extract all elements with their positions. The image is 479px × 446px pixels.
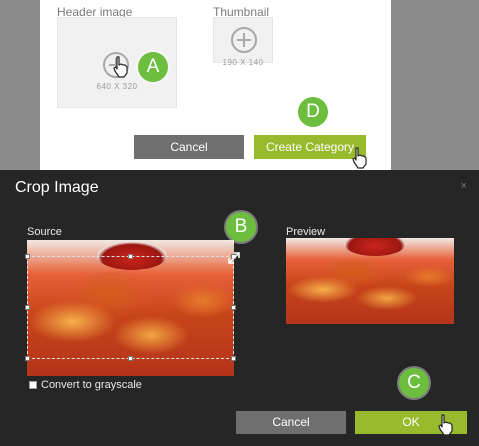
header-image-dimensions: 640 X 320 [96,82,138,91]
callout-b: B [226,212,256,242]
hand-cursor-icon [438,414,453,436]
crop-handle[interactable] [25,356,30,361]
crop-handle[interactable] [25,254,30,259]
crop-handle[interactable] [231,305,236,310]
create-category-dialog: Header image Thumbnail 640 X 320 190 X 1… [40,0,391,171]
preview-label: Preview [286,226,326,238]
hand-cursor-icon [352,147,367,169]
plus-circle-icon[interactable] [231,27,257,53]
crop-selection[interactable] [27,256,234,359]
crop-handle[interactable] [128,254,133,259]
hand-cursor-icon [113,56,128,78]
modal-title: Crop Image [15,179,99,196]
modal-cancel-button[interactable]: Cancel [236,411,346,434]
crop-handle[interactable] [25,305,30,310]
callout-d: D [298,97,328,127]
cancel-button[interactable]: Cancel [134,135,244,159]
callout-a: A [138,52,168,82]
crop-handle[interactable] [231,356,236,361]
thumbnail-upload[interactable]: 190 X 140 [213,17,273,67]
thumbnail-dimensions: 190 X 140 [222,58,264,67]
source-label: Source [27,226,62,238]
resize-arrow-icon [228,252,240,264]
crop-handle[interactable] [128,356,133,361]
crop-image-modal: Crop Image × Source Preview B Convert to… [0,170,479,446]
grayscale-label: Convert to grayscale [41,379,142,391]
callout-c: C [399,368,429,398]
grayscale-checkbox[interactable] [29,381,37,389]
create-category-button[interactable]: Create Category [254,135,366,159]
preview-image [286,238,454,324]
close-icon[interactable]: × [461,180,467,192]
